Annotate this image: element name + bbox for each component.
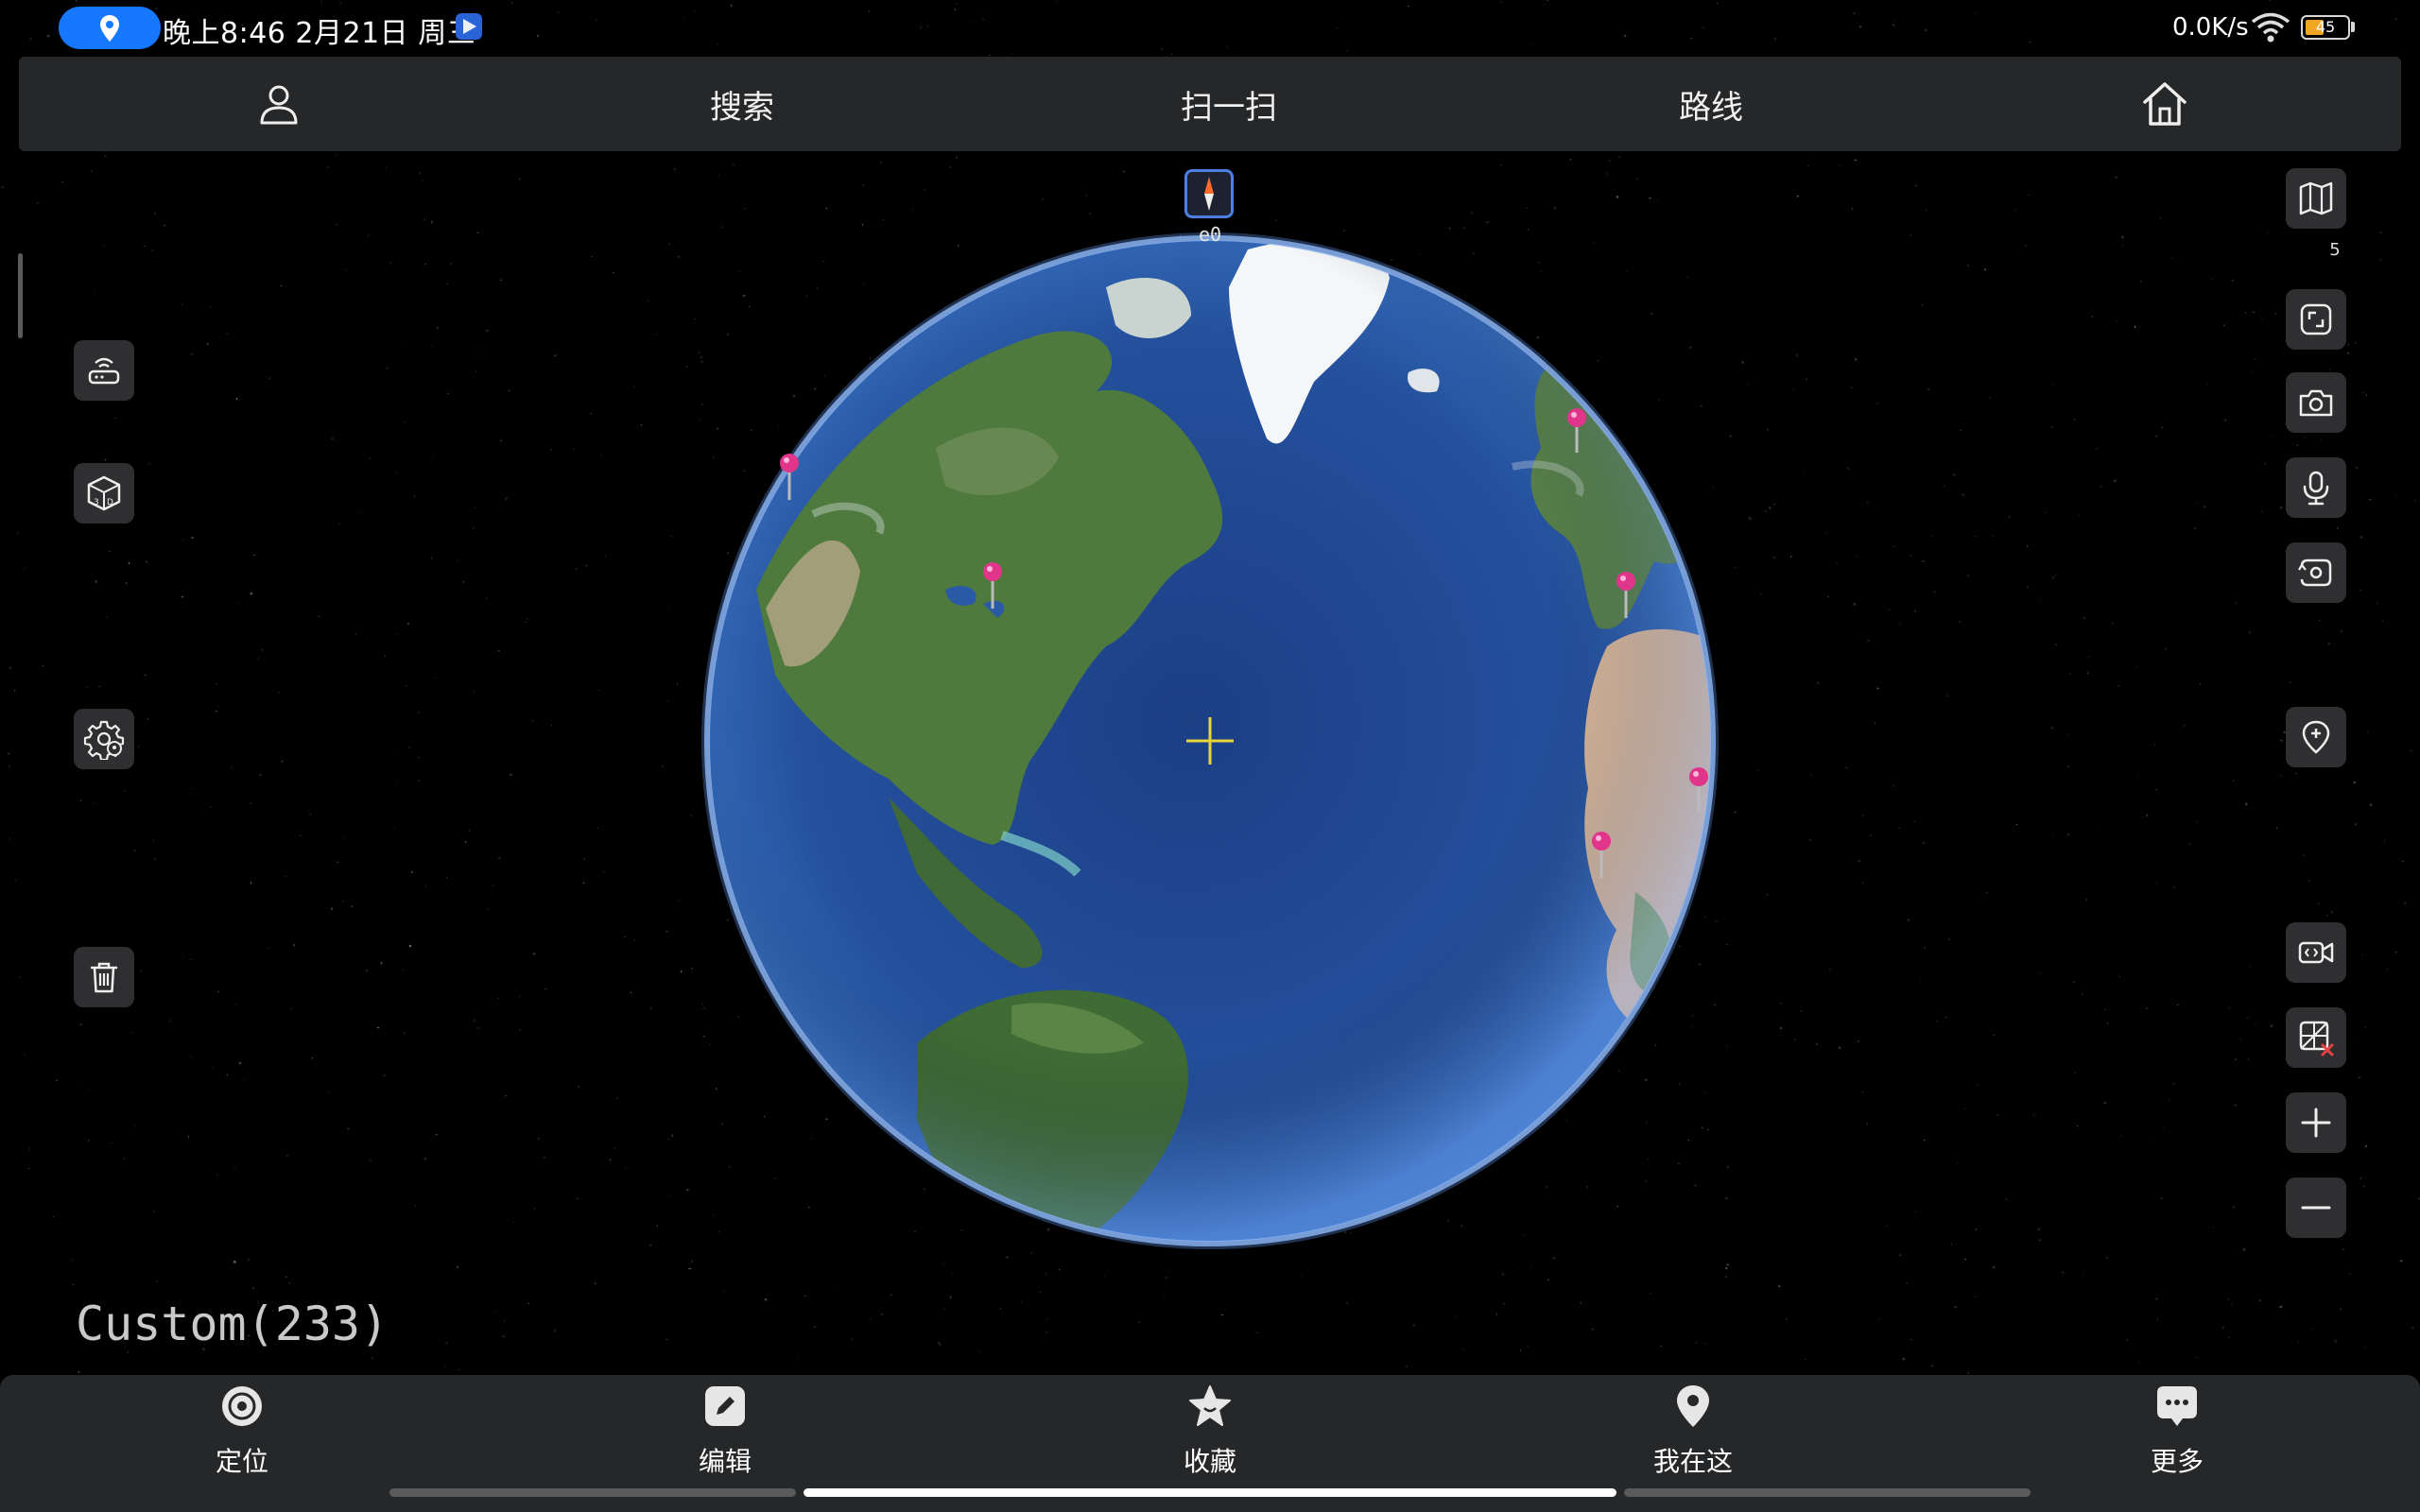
rotate-view-button[interactable] (2286, 542, 2346, 603)
top-toolbar: 搜索 扫一扫 路线 (19, 57, 2401, 151)
rotate-camera-icon (2298, 558, 2332, 587)
map-layers-button[interactable] (2286, 168, 2346, 229)
minus-icon (2301, 1206, 2331, 1210)
nav-favorites[interactable]: 收藏 (1125, 1375, 1295, 1486)
map-layer-name: Custom(233) (76, 1297, 389, 1351)
3d-view-button[interactable]: 3 D (74, 463, 134, 524)
camera-icon (2299, 389, 2333, 417)
nav-label: 收藏 (1183, 1446, 1236, 1477)
zoom-in-button[interactable] (2286, 1092, 2346, 1153)
router-icon (88, 357, 120, 385)
trash-icon (90, 962, 118, 993)
nav-locate[interactable]: 定位 (157, 1375, 327, 1486)
search-button[interactable]: 搜索 (633, 57, 851, 151)
fullscreen-button[interactable] (2286, 289, 2346, 350)
locate-icon (218, 1383, 266, 1430)
battery-level: 45 (2315, 18, 2336, 36)
edit-icon (701, 1383, 749, 1430)
scan-button[interactable]: 扫一扫 (1115, 57, 1342, 151)
3d-cube-icon: 3 D (87, 475, 121, 511)
nav-label: 更多 (2150, 1446, 2204, 1477)
add-marker-button[interactable] (2286, 707, 2346, 767)
pin-icon (1669, 1383, 1717, 1430)
nav-label: 我在这 (1652, 1446, 1733, 1477)
location-sharing-pill[interactable] (59, 7, 161, 49)
clear-grid-button[interactable] (2286, 1007, 2346, 1068)
profile-button[interactable] (189, 57, 369, 151)
record-video-button[interactable] (2286, 922, 2346, 983)
task-indicator-right (1624, 1488, 2031, 1497)
battery-indicator: 45 (2301, 15, 2350, 40)
compass-label: e0 (1198, 223, 1222, 246)
app-notification-icon (456, 13, 482, 40)
plus-icon (2301, 1108, 2331, 1138)
satellite-button[interactable] (74, 340, 134, 401)
nav-label: 编辑 (698, 1446, 752, 1477)
nav-edit[interactable]: 编辑 (640, 1375, 810, 1486)
voice-button[interactable] (2286, 457, 2346, 518)
location-pin-icon (100, 14, 119, 42)
star-icon (1186, 1383, 1234, 1430)
layer-count: 5 (2329, 240, 2341, 260)
route-button[interactable]: 路线 (1602, 57, 1820, 151)
nav-label: 定位 (215, 1446, 268, 1477)
delete-button[interactable] (74, 947, 134, 1007)
home-indicator[interactable] (804, 1488, 1616, 1497)
map-settings-button[interactable] (74, 709, 134, 769)
battery-cap (2351, 22, 2355, 32)
scroll-indicator[interactable] (18, 253, 23, 338)
compass-needle-icon (1204, 177, 1214, 211)
frame-corners-icon (2300, 303, 2332, 335)
home-icon (2143, 82, 2187, 126)
network-speed: 0.0K/s (2172, 13, 2249, 42)
home-button[interactable] (2075, 57, 2255, 151)
screenshot-button[interactable] (2286, 372, 2346, 433)
earth-globe[interactable] (700, 231, 1720, 1251)
gear-location-icon (83, 720, 125, 760)
more-icon (2153, 1383, 2201, 1430)
user-icon (260, 85, 298, 125)
folded-map-icon (2299, 181, 2333, 215)
svg-text:D: D (107, 498, 113, 507)
nav-more[interactable]: 更多 (2092, 1375, 2262, 1486)
microphone-icon (2303, 471, 2329, 506)
task-indicator-left (389, 1488, 796, 1497)
compass-button[interactable] (1184, 169, 1234, 218)
video-camera-icon (2298, 941, 2334, 964)
svg-text:3: 3 (94, 498, 99, 507)
zoom-out-button[interactable] (2286, 1177, 2346, 1238)
add-pin-icon (2302, 720, 2330, 754)
status-bar: 晚上8:46 2月21日 周三 0.0K/s 45 (0, 0, 2420, 55)
status-time: 晚上8:46 2月21日 周三 (163, 17, 476, 50)
nav-i-am-here[interactable]: 我在这 (1608, 1375, 1778, 1486)
wifi-icon (2251, 12, 2290, 43)
grid-remove-icon (2299, 1021, 2334, 1057)
